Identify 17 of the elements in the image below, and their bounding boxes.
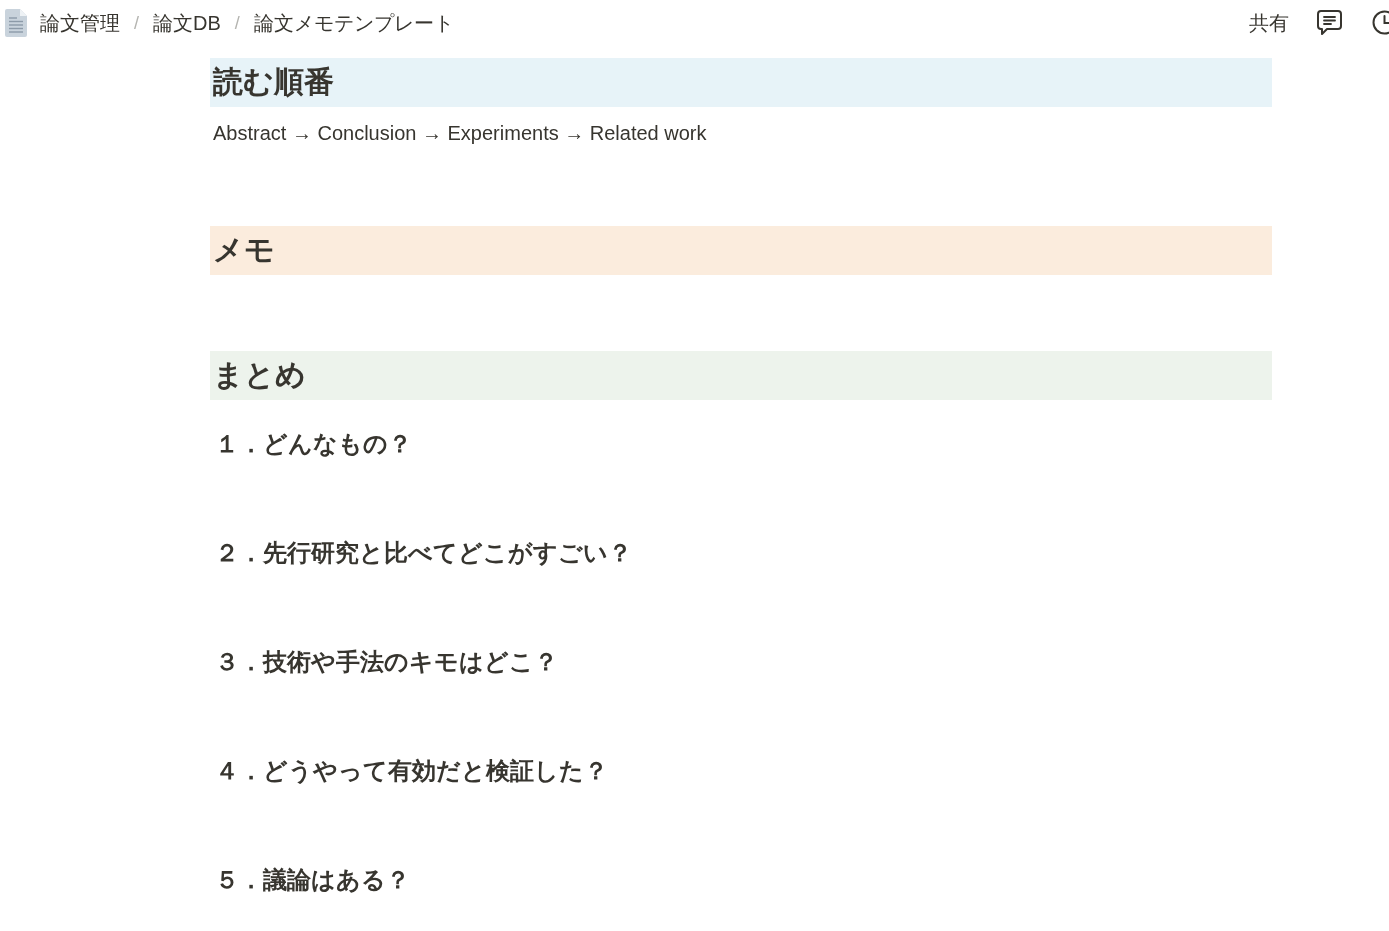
- breadcrumb-separator: /: [134, 11, 139, 35]
- question-heading: １．どんなもの？: [214, 429, 412, 459]
- section-heading: 読む順番: [210, 58, 1272, 107]
- document-icon: [5, 8, 27, 37]
- breadcrumb-link[interactable]: 論文メモテンプレート: [251, 9, 456, 36]
- breadcrumb-link[interactable]: 論文DB: [151, 9, 223, 36]
- section-heading: メモ: [210, 226, 1272, 275]
- section-heading: まとめ: [210, 351, 1272, 400]
- question-heading: ３．技術や手法のキモはどこ？: [214, 647, 558, 677]
- breadcrumb-link[interactable]: 論文管理: [38, 9, 122, 36]
- breadcrumb-separator: /: [234, 11, 240, 35]
- question-heading: ２．先行研究と比べてどこがすごい？: [214, 538, 632, 568]
- question-heading: ４．どうやって有効だと検証した？: [214, 756, 608, 786]
- comment-icon[interactable]: [1316, 9, 1343, 36]
- question-heading: ５．議論はある？: [214, 865, 410, 895]
- reading-order-text: Abstract → Conclusion → Experiments → Related work: [212, 121, 707, 146]
- share-button[interactable]: 共有: [1249, 9, 1289, 36]
